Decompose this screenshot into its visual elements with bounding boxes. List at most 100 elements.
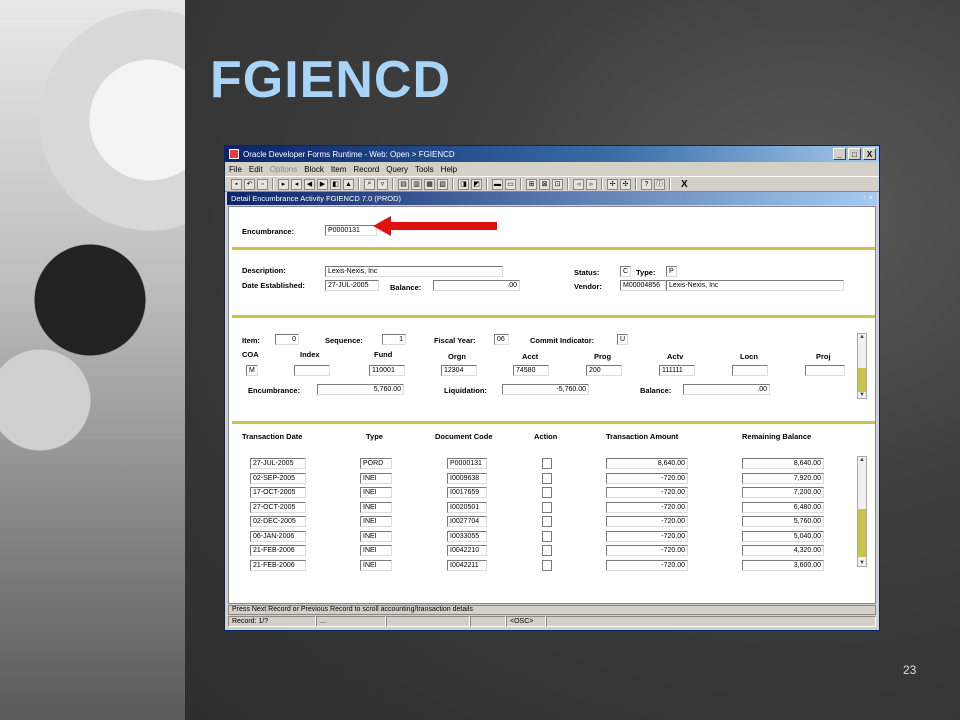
- acct-balance-field[interactable]: .00: [683, 384, 770, 395]
- row-date-field[interactable]: 17-OCT-2005: [250, 487, 306, 498]
- commit-indicator-field[interactable]: U: [617, 334, 628, 345]
- row-action-field[interactable]: [542, 559, 552, 571]
- search-icon[interactable]: ⌕: [364, 178, 375, 190]
- coa-field[interactable]: M: [246, 365, 258, 376]
- status-field[interactable]: C: [620, 266, 631, 277]
- row-type-field[interactable]: INEI: [360, 545, 392, 556]
- row-doc-field[interactable]: I0017659: [447, 487, 487, 498]
- accounting-scrollbar[interactable]: ▲ ▼: [857, 333, 867, 399]
- row-amount-field[interactable]: -720.00: [606, 472, 688, 484]
- row-amount-field[interactable]: -720.00: [606, 559, 688, 571]
- maximize-button[interactable]: □: [848, 148, 861, 160]
- delete-record-icon[interactable]: ▥: [411, 178, 422, 190]
- form-maximize-icon[interactable]: ↑: [862, 195, 866, 202]
- row-amount-field[interactable]: -720.00: [606, 545, 688, 556]
- row-date-field[interactable]: 06-JAN-2006: [250, 530, 306, 542]
- rollback-icon[interactable]: ↶: [244, 178, 255, 190]
- item-field[interactable]: 0: [275, 334, 299, 345]
- row-action-field[interactable]: [542, 458, 552, 469]
- menu-edit[interactable]: Edit: [249, 165, 263, 174]
- row-date-field[interactable]: 21-FEB-2006: [250, 559, 306, 571]
- clear-record-icon[interactable]: ▦: [424, 178, 435, 190]
- row-doc-field[interactable]: I0042211: [447, 559, 487, 571]
- row-action-field[interactable]: [542, 501, 552, 513]
- index-field[interactable]: [294, 365, 330, 376]
- menu-record[interactable]: Record: [353, 165, 379, 174]
- close-button[interactable]: X: [863, 148, 876, 160]
- row-doc-field[interactable]: P0000131: [447, 458, 487, 469]
- tools-icon[interactable]: ⊠: [539, 178, 550, 190]
- prog-field[interactable]: 200: [586, 365, 622, 376]
- filter-icon[interactable]: ▿: [377, 178, 388, 190]
- previous-record-icon[interactable]: ▲: [343, 178, 354, 190]
- previous-block-icon[interactable]: ◀: [304, 178, 315, 190]
- options-icon[interactable]: ⊞: [526, 178, 537, 190]
- header-balance-field[interactable]: .00: [433, 280, 520, 291]
- exit-block-icon[interactable]: ◂: [291, 178, 302, 190]
- orgn-field[interactable]: 12304: [441, 365, 477, 376]
- row-remaining-field[interactable]: 5,760.00: [742, 516, 824, 527]
- select-icon[interactable]: ▸: [278, 178, 289, 190]
- print-small-icon[interactable]: ▫: [257, 178, 268, 190]
- row-date-field[interactable]: 02-DEC-2005: [250, 516, 306, 527]
- row-type-field[interactable]: INEI: [360, 516, 392, 527]
- help-icon[interactable]: ?: [641, 178, 652, 190]
- menu-query[interactable]: Query: [386, 165, 408, 174]
- form-close-icon[interactable]: ×: [869, 195, 873, 202]
- save-icon[interactable]: ▪: [231, 178, 242, 190]
- row-action-field[interactable]: [542, 545, 552, 556]
- row-remaining-field[interactable]: 4,320.00: [742, 545, 824, 556]
- vendor-name-field[interactable]: Lexis-Nexis, Inc: [666, 280, 844, 291]
- row-type-field[interactable]: INEI: [360, 487, 392, 498]
- back-icon[interactable]: ◃: [573, 178, 584, 190]
- window-title-bar[interactable]: Oracle Developer Forms Runtime - Web: Op…: [225, 146, 879, 162]
- row-type-field[interactable]: INEI: [360, 472, 392, 484]
- folder-icon[interactable]: ⊡: [552, 178, 563, 190]
- fiscal-year-field[interactable]: 06: [494, 334, 509, 345]
- acct-encumbrance-field[interactable]: 5,760.00: [317, 384, 404, 395]
- locn-field[interactable]: [732, 365, 768, 376]
- lock-icon[interactable]: ◩: [471, 178, 482, 190]
- menu-file[interactable]: File: [229, 165, 242, 174]
- row-type-field[interactable]: PORD: [360, 458, 392, 469]
- encumbrance-key-field[interactable]: P0000131: [325, 225, 377, 236]
- row-amount-field[interactable]: -720.00: [606, 516, 688, 527]
- minimize-button[interactable]: _: [833, 148, 846, 160]
- row-date-field[interactable]: 27-JUL-2005: [250, 458, 306, 469]
- row-remaining-field[interactable]: 3,600.00: [742, 559, 824, 571]
- menu-item[interactable]: Item: [331, 165, 347, 174]
- row-remaining-field[interactable]: 5,040.00: [742, 530, 824, 542]
- proj-field[interactable]: [805, 365, 845, 376]
- forward-icon[interactable]: ▹: [586, 178, 597, 190]
- query-icon[interactable]: ◨: [458, 178, 469, 190]
- row-amount-field[interactable]: 8,640.00: [606, 458, 688, 469]
- row-remaining-field[interactable]: 7,920.00: [742, 472, 824, 484]
- menu-options[interactable]: Options: [270, 165, 298, 174]
- row-doc-field[interactable]: I0042210: [447, 545, 487, 556]
- row-date-field[interactable]: 21-FEB-2006: [250, 545, 306, 556]
- liquidation-field[interactable]: -5,760.00: [502, 384, 589, 395]
- menu-block[interactable]: Block: [304, 165, 324, 174]
- row-remaining-field[interactable]: 6,480.00: [742, 501, 824, 513]
- vendor-id-field[interactable]: M00004856: [620, 280, 666, 291]
- row-doc-field[interactable]: I0033055: [447, 530, 487, 542]
- info-icon[interactable]: ⓘ: [654, 178, 665, 190]
- row-action-field[interactable]: [542, 487, 552, 498]
- row-date-field[interactable]: 02-SEP-2005: [250, 472, 306, 484]
- row-action-field[interactable]: [542, 516, 552, 527]
- row-amount-field[interactable]: -720.00: [606, 501, 688, 513]
- txn-scroll-up-icon[interactable]: ▲: [858, 457, 866, 463]
- row-date-field[interactable]: 27-OCT-2005: [250, 501, 306, 513]
- row-doc-field[interactable]: I0009638: [447, 472, 487, 484]
- row-amount-field[interactable]: -720.00: [606, 530, 688, 542]
- transactions-scrollbar[interactable]: ▲ ▼: [857, 456, 867, 567]
- scroll-up-icon[interactable]: ▲: [858, 334, 866, 340]
- attachment-icon[interactable]: ▭: [505, 178, 516, 190]
- share-icon[interactable]: ✣: [620, 178, 631, 190]
- description-field[interactable]: Lexis-Nexis, Inc: [325, 266, 503, 277]
- print-icon[interactable]: ▬: [492, 178, 503, 190]
- row-type-field[interactable]: INEI: [360, 559, 392, 571]
- menu-tools[interactable]: Tools: [415, 165, 434, 174]
- type-field[interactable]: P: [666, 266, 677, 277]
- row-type-field[interactable]: INEI: [360, 501, 392, 513]
